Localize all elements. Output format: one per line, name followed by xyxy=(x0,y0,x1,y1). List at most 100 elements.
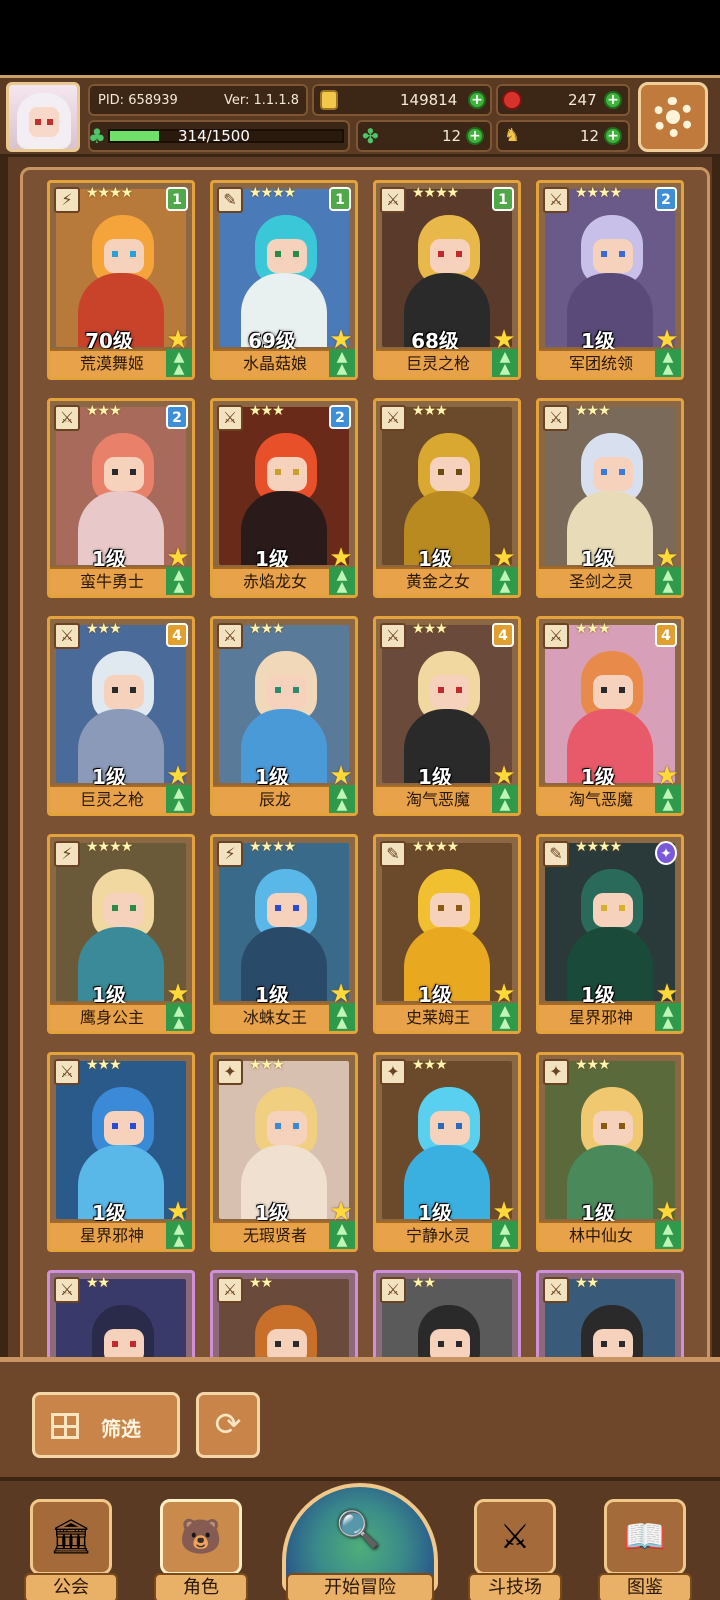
filter-grid-icon xyxy=(51,1413,79,1439)
level-up-arrow-icon[interactable]: ▲ ▲ xyxy=(166,349,192,377)
energy-fill xyxy=(110,131,159,141)
rarity-stars: ★★★★ xyxy=(575,185,622,201)
character-card[interactable]: ⚔ ★★★ 4 1级 ★ 巨灵之枪 ▲ ▲ xyxy=(47,616,195,816)
character-name: 星界邪神 xyxy=(539,1003,663,1031)
magnifier-icon: 🔍 xyxy=(336,1510,381,1551)
level-up-arrow-icon[interactable]: ▲ ▲ xyxy=(655,349,681,377)
rarity-stars: ★★★ xyxy=(86,403,122,419)
level-up-arrow-icon[interactable]: ▲ ▲ xyxy=(655,785,681,813)
settings-button[interactable] xyxy=(638,82,708,152)
rarity-stars: ★★★★ xyxy=(249,185,296,201)
apple-plus-icon[interactable]: + xyxy=(604,91,622,109)
level-up-arrow-icon[interactable]: ▲ ▲ xyxy=(655,1221,681,1249)
rarity-stars: ★★ xyxy=(575,1275,599,1291)
filter-bar: 筛选 ⟳ xyxy=(0,1357,720,1477)
character-card[interactable]: ⚔ ★★ xyxy=(210,1270,358,1364)
character-card[interactable]: ✎ ★★★★ 1级 ★ 史莱姆王 ▲ ▲ xyxy=(373,834,521,1034)
character-name: 巨灵之枪 xyxy=(376,349,500,377)
class-icon: ✎ xyxy=(380,841,406,867)
character-card[interactable]: ✦ ★★★ 1级 ★ 林中仙女 ▲ ▲ xyxy=(536,1052,684,1252)
character-card[interactable]: ✦ ★★★ 1级 ★ 无瑕贤者 ▲ ▲ xyxy=(210,1052,358,1252)
character-name: 巨灵之枪 xyxy=(50,785,174,813)
rank-badge: 2 xyxy=(655,187,677,211)
level-up-arrow-icon[interactable]: ▲ ▲ xyxy=(166,1003,192,1031)
character-card[interactable]: ⚔ ★★★ 1级 ★ 辰龙 ▲ ▲ xyxy=(210,616,358,816)
character-name: 圣剑之灵 xyxy=(539,567,663,595)
class-icon: ⚡ xyxy=(54,187,80,213)
level-up-arrow-icon[interactable]: ▲ ▲ xyxy=(329,567,355,595)
character-name: 蛮牛勇士 xyxy=(50,567,174,595)
rarity-stars: ★★★★ xyxy=(86,185,133,201)
character-name: 淘气恶魔 xyxy=(376,785,500,813)
nav-codex[interactable]: 📖 图鉴 xyxy=(598,1499,692,1600)
character-card[interactable]: ⚔ ★★★★ 1 68级 ★ 巨灵之枪 ▲ ▲ xyxy=(373,180,521,380)
rarity-stars: ★★★★ xyxy=(412,185,459,201)
character-name: 史莱姆王 xyxy=(376,1003,500,1031)
level-up-arrow-icon[interactable]: ▲ ▲ xyxy=(655,1003,681,1031)
nav-guild-label: 公会 xyxy=(24,1573,118,1600)
class-icon: ⚔ xyxy=(380,623,406,649)
energy-text: 314/1500 xyxy=(178,127,250,145)
apple-pill: 247 + xyxy=(496,84,630,116)
character-card[interactable]: ⚡ ★★★★ 1级 ★ 鹰身公主 ▲ ▲ xyxy=(47,834,195,1034)
trophy-pill: ♞ 12 + xyxy=(496,120,630,152)
class-icon: ⚡ xyxy=(217,841,243,867)
level-up-arrow-icon[interactable]: ▲ ▲ xyxy=(492,567,518,595)
character-name: 星界邪神 xyxy=(50,1221,174,1249)
character-card[interactable]: ⚔ ★★★ 1级 ★ 星界邪神 ▲ ▲ xyxy=(47,1052,195,1252)
class-icon: ⚔ xyxy=(54,405,80,431)
nav-character[interactable]: 🐻 角色 xyxy=(154,1499,248,1600)
crossed-swords-icon: ⚔ xyxy=(474,1499,556,1575)
character-card[interactable]: ⚔ ★★ xyxy=(373,1270,521,1364)
level-up-arrow-icon[interactable]: ▲ ▲ xyxy=(166,785,192,813)
character-card[interactable]: ⚔ ★★★ 1级 ★ 圣剑之灵 ▲ ▲ xyxy=(536,398,684,598)
class-icon: ⚔ xyxy=(543,187,569,213)
nav-guild[interactable]: 🏛 公会 xyxy=(24,1499,118,1600)
level-up-arrow-icon[interactable]: ▲ ▲ xyxy=(492,349,518,377)
nav-adventure[interactable]: 🔍 开始冒险 xyxy=(276,1481,444,1600)
character-card[interactable]: ⚡ ★★★★ 1 70级 ★ 荒漠舞姬 ▲ ▲ xyxy=(47,180,195,380)
character-card[interactable]: ⚔ ★★★ 2 1级 ★ 赤焰龙女 ▲ ▲ xyxy=(210,398,358,598)
character-card[interactable]: ⚔ ★★★ 4 1级 ★ 淘气恶魔 ▲ ▲ xyxy=(373,616,521,816)
level-up-arrow-icon[interactable]: ▲ ▲ xyxy=(329,1003,355,1031)
character-card[interactable]: ⚔ ★★★ 4 1级 ★ 淘气恶魔 ▲ ▲ xyxy=(536,616,684,816)
level-up-arrow-icon[interactable]: ▲ ▲ xyxy=(329,1221,355,1249)
character-card[interactable]: ⚡ ★★★★ 1级 ★ 冰蛛女王 ▲ ▲ xyxy=(210,834,358,1034)
character-card[interactable]: ⚔ ★★★ 2 1级 ★ 蛮牛勇士 ▲ ▲ xyxy=(47,398,195,598)
level-up-arrow-icon[interactable]: ▲ ▲ xyxy=(166,567,192,595)
level-up-arrow-icon[interactable]: ▲ ▲ xyxy=(329,785,355,813)
character-card[interactable]: ⚔ ★★★★ 2 1级 ★ 军团统领 ▲ ▲ xyxy=(536,180,684,380)
character-card[interactable]: ✦ ★★★ 1级 ★ 宁静水灵 ▲ ▲ xyxy=(373,1052,521,1252)
gold-plus-icon[interactable]: + xyxy=(468,91,486,109)
character-name: 黄金之女 xyxy=(376,567,500,595)
level-up-arrow-icon[interactable]: ▲ ▲ xyxy=(166,1221,192,1249)
nav-arena[interactable]: ⚔ 斗技场 xyxy=(468,1499,562,1600)
level-up-arrow-icon[interactable]: ▲ ▲ xyxy=(655,567,681,595)
reset-button[interactable]: ⟳ xyxy=(196,1392,260,1458)
filter-button[interactable]: 筛选 xyxy=(32,1392,180,1458)
rarity-stars: ★★★ xyxy=(249,1057,285,1073)
level-up-arrow-icon[interactable]: ▲ ▲ xyxy=(492,785,518,813)
rarity-stars: ★★★ xyxy=(575,403,611,419)
level-up-arrow-icon[interactable]: ▲ ▲ xyxy=(492,1003,518,1031)
gear-icon xyxy=(653,97,693,137)
character-grid[interactable]: ⚡ ★★★★ 1 70级 ★ 荒漠舞姬 ▲ ▲ ✎ ★★★★ 1 69级 ★ 水晶菇娘 ▲ ▲ ⚔ ★★★★ 1 68… xyxy=(20,167,710,1367)
character-card[interactable]: ✎ ★★★★ 1 69级 ★ 水晶菇娘 ▲ ▲ xyxy=(210,180,358,380)
character-card[interactable]: ✎ ★★★★ ✦ 1级 ★ 星界邪神 ▲ ▲ xyxy=(536,834,684,1034)
character-name: 宁静水灵 xyxy=(376,1221,500,1249)
class-icon: ✦ xyxy=(217,1059,243,1085)
level-up-arrow-icon[interactable]: ▲ ▲ xyxy=(492,1221,518,1249)
player-avatar[interactable] xyxy=(6,82,80,152)
character-card[interactable]: ⚔ ★★★ 1级 ★ 黄金之女 ▲ ▲ xyxy=(373,398,521,598)
rarity-stars: ★★ xyxy=(86,1275,110,1291)
character-card[interactable]: ⚔ ★★ xyxy=(47,1270,195,1364)
rarity-stars: ★★★ xyxy=(86,621,122,637)
clover-plus-icon[interactable]: + xyxy=(466,127,484,145)
class-icon: ✎ xyxy=(543,841,569,867)
rarity-stars: ★★★ xyxy=(412,621,448,637)
gold-pill: 149814 + xyxy=(312,84,492,116)
trophy-plus-icon[interactable]: + xyxy=(604,127,622,145)
level-up-arrow-icon[interactable]: ▲ ▲ xyxy=(329,349,355,377)
gold-coin-icon xyxy=(320,90,338,110)
character-card[interactable]: ⚔ ★★ xyxy=(536,1270,684,1364)
